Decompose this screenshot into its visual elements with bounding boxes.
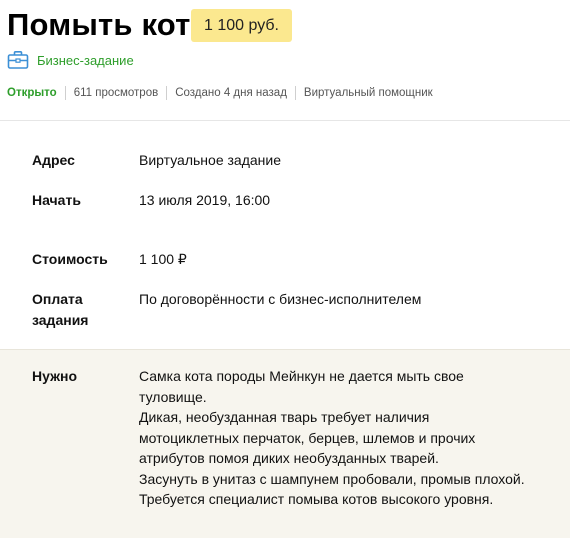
business-task-link[interactable]: Бизнес-задание [7,50,134,70]
task-meta: Открыто 611 просмотров Создано 4 дня наз… [7,85,433,101]
description-line: Самка кота породы Мейнкун не дается мыть… [139,368,464,384]
assistant-link[interactable]: Виртуальный помощник [304,87,433,99]
cost-label: Стоимость [32,251,108,267]
description-line: мотоциклетных перчаток, берцев, шлемов и… [139,429,476,446]
divider [64,86,66,100]
description-line: Требуется специалист помыва котов высоко… [139,491,494,507]
payment-label-line: задания [32,312,89,328]
needs-section: Нужно Самка кота породы Мейнкун не даетс… [0,349,570,538]
business-task-label: Бизнес-задание [37,52,134,68]
price-badge: 1 100 руб. [191,9,292,42]
cost-value: 1 100 ₽ [139,251,187,267]
description-line: Засунуть в унитаз с шампунем пробовали, … [139,470,525,487]
start-label: Начать [32,192,81,208]
needs-description: Самка кота породы Мейнкун не дается мыть… [139,366,559,510]
divider [166,86,168,100]
address-label: Адрес [32,152,75,168]
created-time: Создано 4 дня назад [175,87,287,99]
address-value: Виртуальное задание [139,152,281,168]
briefcase-icon [7,51,29,69]
views-count: 611 просмотров [73,87,159,99]
payment-label: Оплата задания [32,289,122,331]
task-header: Помыть кота 1 100 руб. Бизнес-задание От… [0,0,570,121]
needs-label: Нужно [32,368,78,384]
payment-label-line: Оплата [32,291,83,307]
page-title: Помыть кота [7,7,208,42]
start-value: 13 июля 2019, 16:00 [139,192,271,208]
description-line: атрибутов помоя диких необузданных тваре… [139,450,439,466]
payment-value: По договорённости с бизнес-исполнителем [139,291,422,307]
divider [294,86,296,100]
status-badge: Открыто [7,87,57,99]
description-line: туловище. [139,388,207,405]
description-line: Дикая, необузданная тварь требует наличи… [139,409,430,425]
